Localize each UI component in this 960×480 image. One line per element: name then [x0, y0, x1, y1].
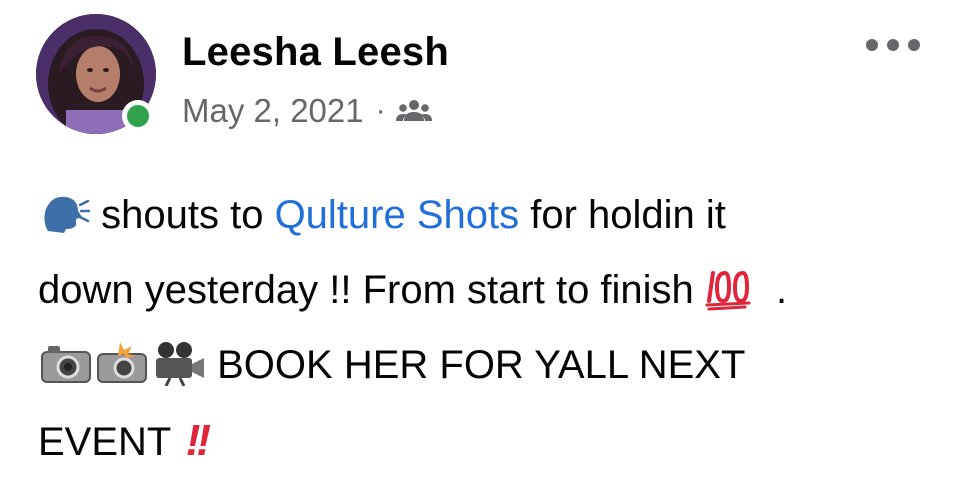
mention-link[interactable]: Qulture Shots — [275, 193, 520, 237]
post-text-fragment: BOOK HER FOR YALL NEXT — [206, 343, 746, 387]
video-camera-icon — [156, 342, 204, 387]
hundred-points-icon — [705, 271, 751, 311]
online-status-indicator — [122, 100, 154, 132]
post-line-4: EVENT !! — [38, 403, 938, 478]
more-options-icon — [887, 39, 899, 51]
post-meta: May 2, 2021 · — [182, 92, 432, 130]
post-text-fragment: EVENT — [38, 420, 182, 464]
author-avatar[interactable] — [36, 14, 156, 134]
post-line-1: shouts to Qulture Shots for holdin it — [38, 178, 938, 253]
post-date[interactable]: May 2, 2021 — [182, 92, 364, 130]
post-text-fragment: shouts to — [90, 193, 275, 237]
post-text-fragment: for holdin it — [519, 193, 726, 237]
post-line-3: BOOK HER FOR YALL NEXT — [38, 328, 938, 403]
author-name[interactable]: Leesha Leesh — [182, 30, 449, 75]
post-card: Leesha Leesh May 2, 2021 · shouts to Qul… — [0, 0, 960, 468]
camera-flash-icon — [97, 342, 147, 384]
speaking-head-icon — [44, 197, 90, 234]
post-text-fragment: . — [764, 268, 788, 312]
more-options-icon — [908, 39, 920, 51]
meta-separator: · — [375, 94, 386, 127]
post-line-2: down yesterday !! From start to finish . — [38, 253, 938, 328]
post-text-fragment: down yesterday !! From start to finish — [38, 268, 705, 312]
more-options-button[interactable] — [866, 30, 920, 60]
more-options-icon — [866, 39, 878, 51]
friends-icon[interactable] — [395, 97, 432, 125]
camera-icon — [41, 346, 91, 384]
post-body: shouts to Qulture Shots for holdin it do… — [38, 178, 938, 478]
double-exclamation-icon: !! — [185, 416, 211, 465]
